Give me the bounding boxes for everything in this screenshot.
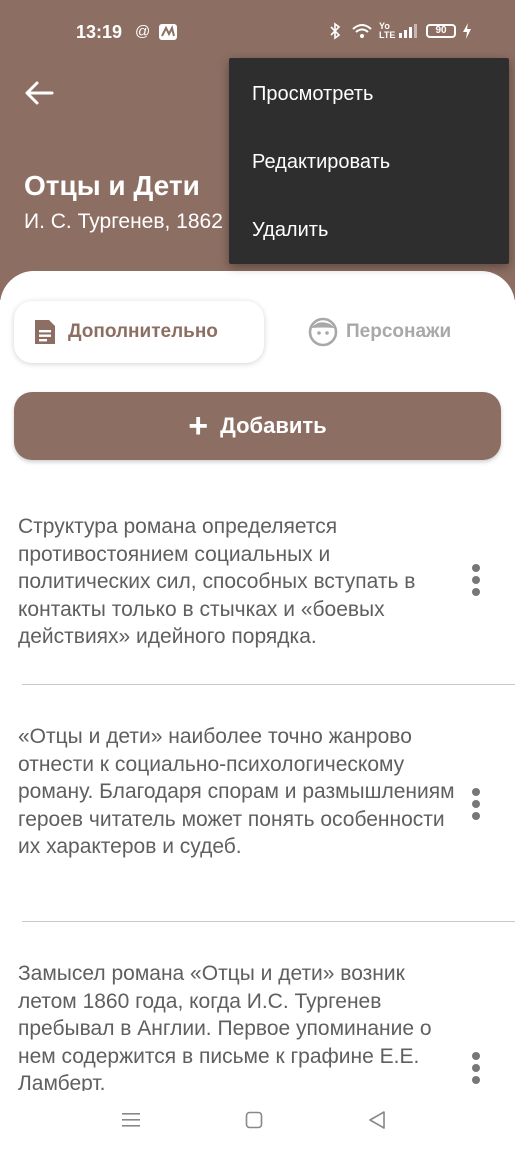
bluetooth-icon: [327, 22, 343, 46]
add-button-label: Добавить: [220, 413, 327, 438]
menu-item-delete[interactable]: Удалить: [252, 219, 328, 242]
charging-icon: [461, 22, 473, 46]
status-time: 13:19: [76, 22, 123, 42]
home-icon[interactable]: [245, 1111, 263, 1129]
battery-icon: 90: [426, 24, 456, 38]
more-vert-icon[interactable]: [466, 788, 486, 828]
plus-icon: +: [188, 407, 209, 445]
signal-icon: [398, 22, 418, 46]
menu-icon[interactable]: [121, 1111, 141, 1129]
more-vert-icon[interactable]: [466, 564, 486, 604]
face-icon: [308, 317, 338, 347]
tab-additional[interactable]: Дополнительно: [14, 301, 264, 363]
at-icon: @: [135, 23, 151, 40]
note-text: Структура романа определяется противосто…: [18, 515, 416, 648]
tab-characters[interactable]: Персонажи: [300, 301, 500, 363]
add-button[interactable]: + Добавить: [14, 392, 501, 460]
content-sheet: Дополнительно Персонажи + Добавить Струк…: [0, 271, 515, 1151]
book-author: И. С. Тургенев, 1862: [24, 210, 223, 233]
volte-icon: Yo LTE: [379, 21, 396, 40]
app-notification-icon: [158, 23, 178, 47]
wifi-icon: [351, 22, 373, 46]
menu-item-view[interactable]: Просмотреть: [252, 83, 373, 106]
back-arrow-icon[interactable]: [22, 76, 56, 110]
system-nav-bar: [0, 1091, 515, 1151]
status-bar: 13:19 @ Yo LTE 90: [0, 0, 515, 64]
tab-additional-label: Дополнительно: [68, 321, 218, 342]
more-vert-icon[interactable]: [466, 1052, 486, 1092]
book-title: Отцы и Дети: [24, 170, 200, 201]
divider: [22, 684, 515, 685]
menu-item-edit[interactable]: Редактировать: [252, 151, 390, 174]
note-text: «Отцы и дети» наиболее точно жанрово отн…: [18, 725, 455, 858]
tab-characters-label: Персонажи: [346, 321, 452, 342]
note-text: Замысел романа «Отцы и дети» возник лето…: [18, 962, 432, 1095]
overflow-menu: Просмотреть Редактировать Удалить: [229, 58, 509, 264]
back-nav-icon[interactable]: [367, 1110, 387, 1130]
divider: [22, 921, 515, 922]
document-icon: [35, 320, 55, 344]
